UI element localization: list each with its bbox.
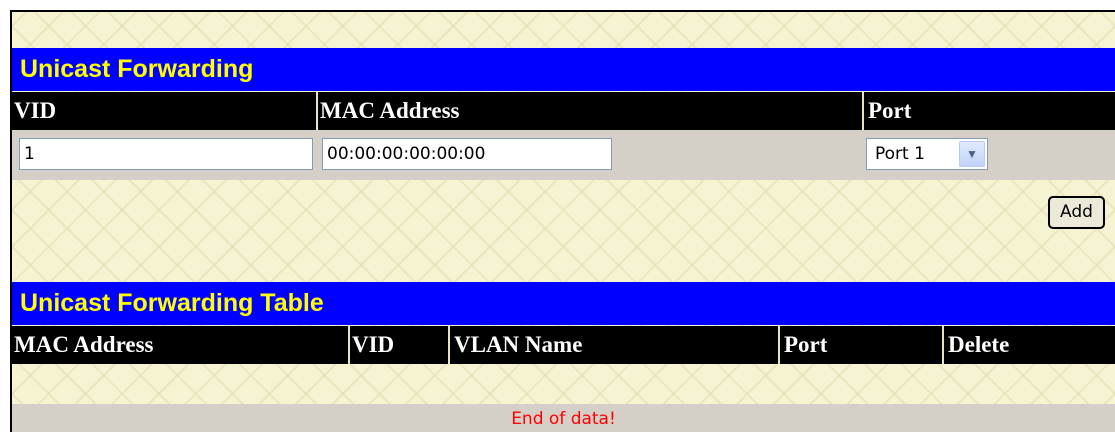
- port-select[interactable]: Port 1 ▼: [866, 138, 988, 170]
- unicast-forwarding-input-row: Port 1 ▼: [12, 130, 1115, 180]
- col-vlan-name: VLAN Name: [454, 332, 583, 357]
- col-port: Port: [868, 98, 912, 123]
- column-divider: [862, 92, 864, 130]
- chevron-down-icon[interactable]: ▼: [959, 141, 985, 167]
- end-of-data-row: End of data!: [12, 404, 1115, 432]
- mac-address-input[interactable]: [322, 138, 612, 170]
- content-frame: Unicast Forwarding VID MAC Address Port …: [10, 10, 1115, 432]
- col-vid: VID: [352, 332, 395, 357]
- column-divider: [778, 326, 780, 364]
- vid-input[interactable]: [19, 138, 313, 170]
- column-divider: [348, 326, 350, 364]
- col-vid: VID: [14, 98, 57, 123]
- add-button[interactable]: Add: [1048, 196, 1105, 229]
- col-port: Port: [784, 332, 828, 357]
- unicast-forwarding-table-title: Unicast Forwarding Table: [12, 282, 1115, 325]
- unicast-forwarding-header: VID MAC Address Port: [12, 92, 1115, 130]
- col-mac-address: MAC Address: [320, 98, 460, 123]
- column-divider: [448, 326, 450, 364]
- unicast-forwarding-table-header: MAC Address VID VLAN Name Port Delete: [12, 326, 1115, 364]
- column-divider: [316, 92, 318, 130]
- port-select-value: Port 1: [875, 144, 925, 164]
- unicast-forwarding-title: Unicast Forwarding: [12, 48, 1115, 91]
- col-mac-address: MAC Address: [14, 332, 154, 357]
- column-divider: [942, 326, 944, 364]
- col-delete: Delete: [948, 332, 1010, 357]
